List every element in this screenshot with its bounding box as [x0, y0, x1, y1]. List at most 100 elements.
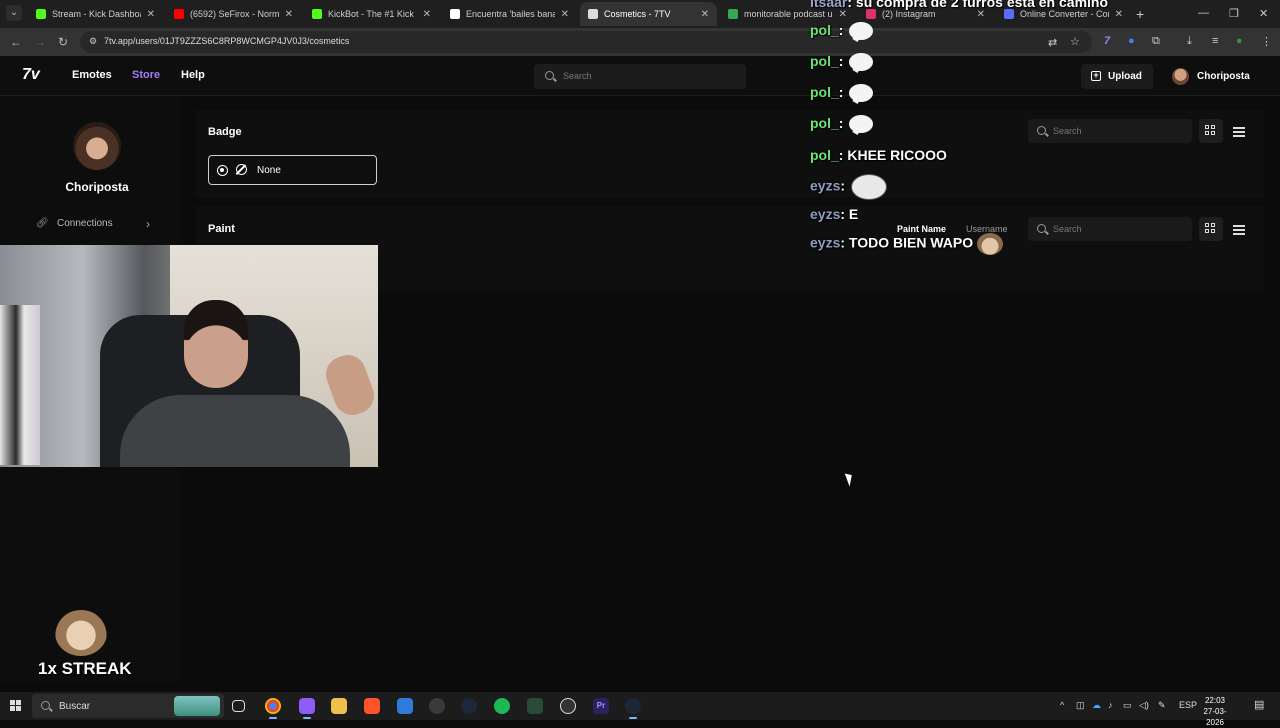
steam-icon[interactable] — [625, 698, 641, 719]
search-placeholder: Search — [1053, 126, 1082, 136]
profile-icon[interactable]: ● — [1236, 35, 1243, 47]
nav-store[interactable]: Store — [132, 69, 160, 81]
header-search-input[interactable]: Search — [534, 64, 746, 89]
search-icon — [1037, 126, 1046, 135]
browser-menu-icon[interactable]: ⋮ — [1261, 35, 1272, 48]
close-icon[interactable]: ✕ — [561, 9, 569, 20]
kick-favicon-icon — [36, 9, 46, 19]
7tv-favicon-icon — [588, 9, 598, 19]
7tv-extension-icon[interactable]: 7 — [1104, 35, 1110, 47]
connections-link[interactable]: 🔗︎ Connections › — [36, 217, 160, 232]
brave-icon[interactable] — [364, 698, 380, 714]
search-icon — [1037, 224, 1046, 233]
mouse-cursor-icon — [844, 471, 856, 487]
volume-icon[interactable]: ◁) — [1139, 700, 1149, 711]
pen-icon[interactable]: ✎ — [1158, 700, 1166, 711]
badge-none-option[interactable]: None — [208, 155, 377, 185]
address-bar[interactable]: ⚙ 7tv.app/users/01JT9ZZZS6C8RP8WCMGP4JV0… — [80, 31, 1092, 53]
translate-icon[interactable]: ⇄ — [1048, 36, 1057, 49]
header-username[interactable]: Choriposta — [1197, 71, 1250, 82]
microphone-icon[interactable]: ♪ — [1108, 700, 1113, 710]
site-info-icon[interactable]: ⚙ — [89, 36, 97, 47]
browser-tab-active[interactable]: Cosmetics - 7TV ✕ — [580, 2, 717, 26]
tab-title: (2) Instagram — [882, 9, 936, 19]
reading-list-icon[interactable]: ≡ — [1212, 35, 1218, 47]
instagram-favicon-icon — [866, 9, 876, 19]
steam-icon[interactable] — [461, 698, 477, 714]
app-icon[interactable] — [527, 698, 543, 714]
new-tab-icon[interactable]: + — [1136, 6, 1144, 22]
streak-counter: 1x STREAK — [38, 659, 132, 678]
browser-tab[interactable]: monitorable podcast us ✕ — [720, 2, 855, 26]
nav-help[interactable]: Help — [181, 69, 205, 81]
windows-start-icon[interactable] — [10, 700, 22, 712]
maximize-icon[interactable]: ❐ — [1229, 7, 1239, 20]
download-icon[interactable]: ⤓ — [1187, 35, 1192, 48]
close-icon[interactable]: ✕ — [285, 9, 293, 20]
bookmark-star-icon[interactable]: ☆ — [1070, 35, 1080, 48]
url-text: 7tv.app/users/01JT9ZZZS6C8RP8WCMGP4JV0J3… — [104, 36, 350, 46]
close-icon[interactable]: ✕ — [977, 9, 985, 20]
gmail-favicon-icon — [728, 9, 738, 19]
7tv-logo[interactable]: 7v — [22, 66, 40, 84]
back-icon[interactable]: ← — [10, 35, 22, 49]
filter-paint-name[interactable]: Paint Name — [897, 224, 946, 234]
close-icon[interactable]: ✕ — [423, 9, 431, 20]
close-icon[interactable]: ✕ — [1115, 9, 1123, 20]
browser-tab[interactable]: Online Converter - Conve ✕ — [996, 2, 1131, 26]
grid-view-button[interactable] — [1199, 217, 1223, 241]
onedrive-icon[interactable]: ☁ — [1092, 700, 1101, 711]
tab-search-menu-icon[interactable]: ⌄ — [6, 5, 22, 21]
obs-icon[interactable] — [560, 698, 576, 714]
list-view-icon[interactable] — [1233, 127, 1245, 137]
xbox-icon[interactable] — [429, 698, 445, 714]
language-indicator[interactable]: ESP — [1179, 700, 1197, 710]
browser-tab[interactable]: (2) Instagram ✕ — [858, 2, 993, 26]
grid-view-button[interactable] — [1199, 119, 1223, 143]
filter-username[interactable]: Username — [966, 224, 1008, 234]
extensions-puzzle-icon[interactable]: ⧉ — [1152, 35, 1160, 48]
extension-icon[interactable]: ● — [1128, 35, 1135, 47]
minimize-icon[interactable]: — — [1198, 7, 1209, 19]
badge-title: Badge — [208, 126, 242, 138]
taskbar-clock[interactable]: 22:03 27-03-2026 — [1196, 695, 1234, 728]
close-icon[interactable]: ✕ — [701, 9, 709, 20]
webcam-person-head — [184, 300, 248, 388]
network-icon[interactable]: ▭ — [1123, 700, 1132, 711]
premiere-pro-icon[interactable]: Pr — [593, 698, 609, 714]
tray-app-icon[interactable]: ◫ — [1076, 700, 1085, 711]
show-hidden-icons-icon[interactable]: ^ — [1060, 700, 1064, 710]
tab-title: (6592) SeFirox - Normies — [190, 9, 279, 19]
search-icon — [41, 701, 50, 710]
list-view-icon[interactable] — [1233, 225, 1245, 235]
chevron-right-icon: › — [146, 217, 150, 231]
none-icon — [236, 164, 247, 175]
microsoft-store-icon[interactable] — [397, 698, 413, 714]
file-explorer-icon[interactable] — [331, 698, 347, 714]
browser-tab[interactable]: Encuentra 'bailes banairo ✕ — [442, 2, 577, 26]
notifications-icon[interactable]: ▤ — [1254, 698, 1264, 711]
reload-icon[interactable]: ↻ — [58, 35, 68, 49]
tab-title: monitorable podcast us — [744, 9, 833, 19]
windows-taskbar: Buscar Pr ^ ◫ ☁ ♪ ▭ ◁) ✎ ESP 22:03 27-03… — [0, 692, 1280, 727]
twitch-studio-icon[interactable] — [299, 698, 315, 719]
forward-icon[interactable]: → — [34, 35, 46, 49]
task-view-icon[interactable] — [232, 700, 245, 712]
upload-button[interactable]: + Upload — [1081, 64, 1153, 89]
taskbar-search-label: Buscar — [59, 701, 91, 712]
browser-tab-strip: ⌄ Stream - Kick Dashboard ✕ (6592) SeFir… — [0, 0, 1280, 28]
close-icon[interactable]: ✕ — [147, 9, 155, 20]
browser-tab[interactable]: (6592) SeFirox - Normies ✕ — [166, 2, 301, 26]
taskbar-search-input[interactable]: Buscar — [32, 694, 224, 718]
chrome-icon[interactable] — [265, 698, 281, 719]
close-icon[interactable]: ✕ — [839, 9, 847, 20]
spotify-icon[interactable] — [494, 698, 510, 714]
window-close-icon[interactable]: ✕ — [1259, 7, 1268, 20]
avatar[interactable] — [1172, 68, 1189, 85]
nav-emotes[interactable]: Emotes — [72, 69, 112, 81]
paint-title: Paint — [208, 223, 235, 235]
browser-tab[interactable]: KickBot - The #1 Kick Bot ✕ — [304, 2, 439, 26]
browser-tab[interactable]: Stream - Kick Dashboard ✕ — [28, 2, 163, 26]
paint-search-input[interactable]: Search — [1028, 217, 1192, 241]
badge-search-input[interactable]: Search — [1028, 119, 1192, 143]
